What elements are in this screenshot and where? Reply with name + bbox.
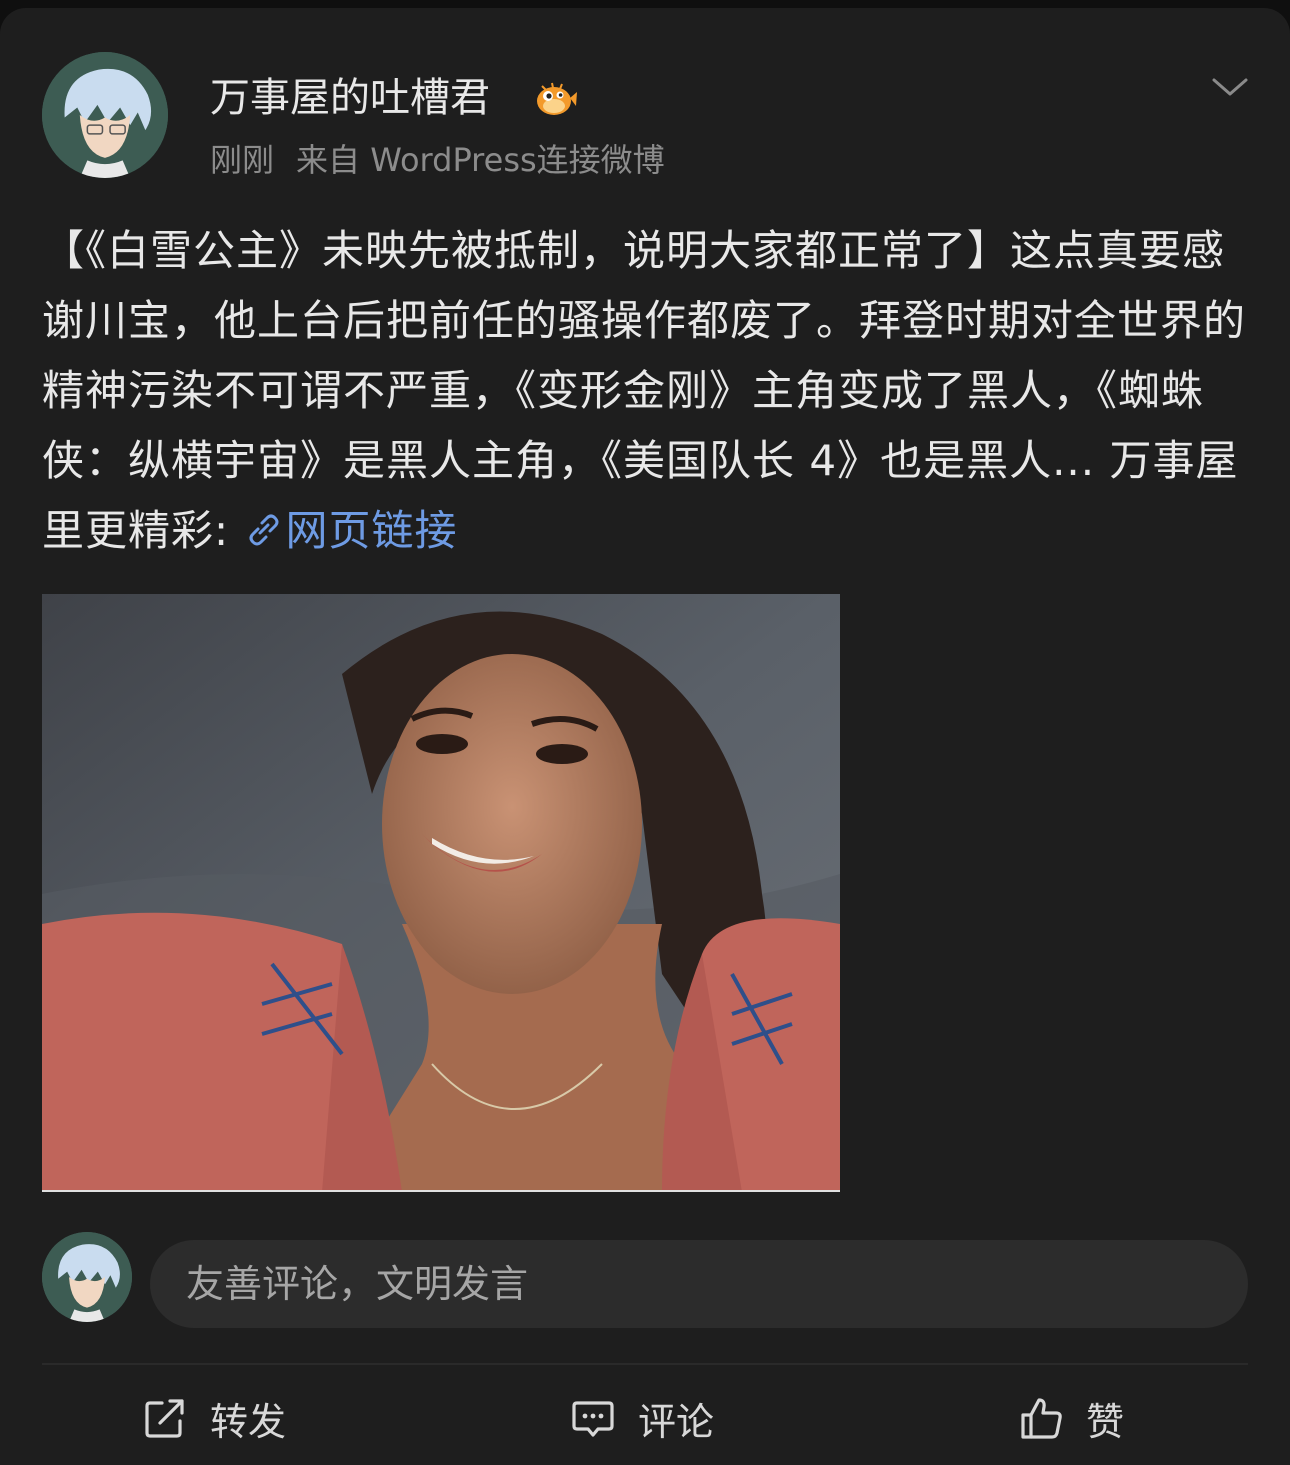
avatar-image: [42, 52, 168, 178]
pufferfish-badge-icon[interactable]: [532, 80, 578, 120]
like-label: 赞: [1086, 1399, 1125, 1444]
chevron-down-icon[interactable]: [1210, 68, 1250, 108]
comment-input[interactable]: [150, 1240, 1248, 1328]
post-image[interactable]: [42, 594, 840, 1192]
post-body: 【《白雪公主》未映先被抵制，说明大家都正常了】这点真要感谢川宝，他上台后把前任的…: [42, 216, 1252, 566]
repost-button[interactable]: 转发: [142, 1388, 286, 1448]
chain-link-icon: [249, 514, 279, 546]
post-time: 刚刚: [210, 141, 275, 179]
post-photo: [42, 594, 840, 1192]
author-name[interactable]: 万事屋的吐槽君: [210, 70, 490, 126]
my-avatar[interactable]: [42, 1232, 132, 1322]
author-avatar[interactable]: [42, 52, 168, 178]
post-meta: 刚刚 来自 WordPress连接微博: [210, 138, 665, 182]
web-link-label: 网页链接: [285, 506, 458, 555]
comment-icon: [572, 1401, 614, 1437]
repost-label: 转发: [210, 1399, 287, 1444]
post-source[interactable]: 来自 WordPress连接微博: [296, 141, 665, 179]
post-body-text: 【《白雪公主》未映先被抵制，说明大家都正常了】这点真要感谢川宝，他上台后把前任的…: [42, 226, 1247, 555]
like-button[interactable]: 赞: [1018, 1388, 1124, 1448]
thumbs-up-icon: [1021, 1398, 1062, 1439]
comment-label: 评论: [638, 1399, 715, 1444]
comment-button[interactable]: 评论: [570, 1388, 714, 1448]
repost-icon: [145, 1399, 184, 1438]
avatar-image: [42, 1232, 132, 1322]
post-card: 万事屋的吐槽君 刚刚 来自 WordPress连接微博 【《白雪公主》未映先被抵制…: [0, 8, 1290, 1465]
web-link[interactable]: 网页链接: [244, 506, 458, 555]
divider: [42, 1363, 1248, 1365]
